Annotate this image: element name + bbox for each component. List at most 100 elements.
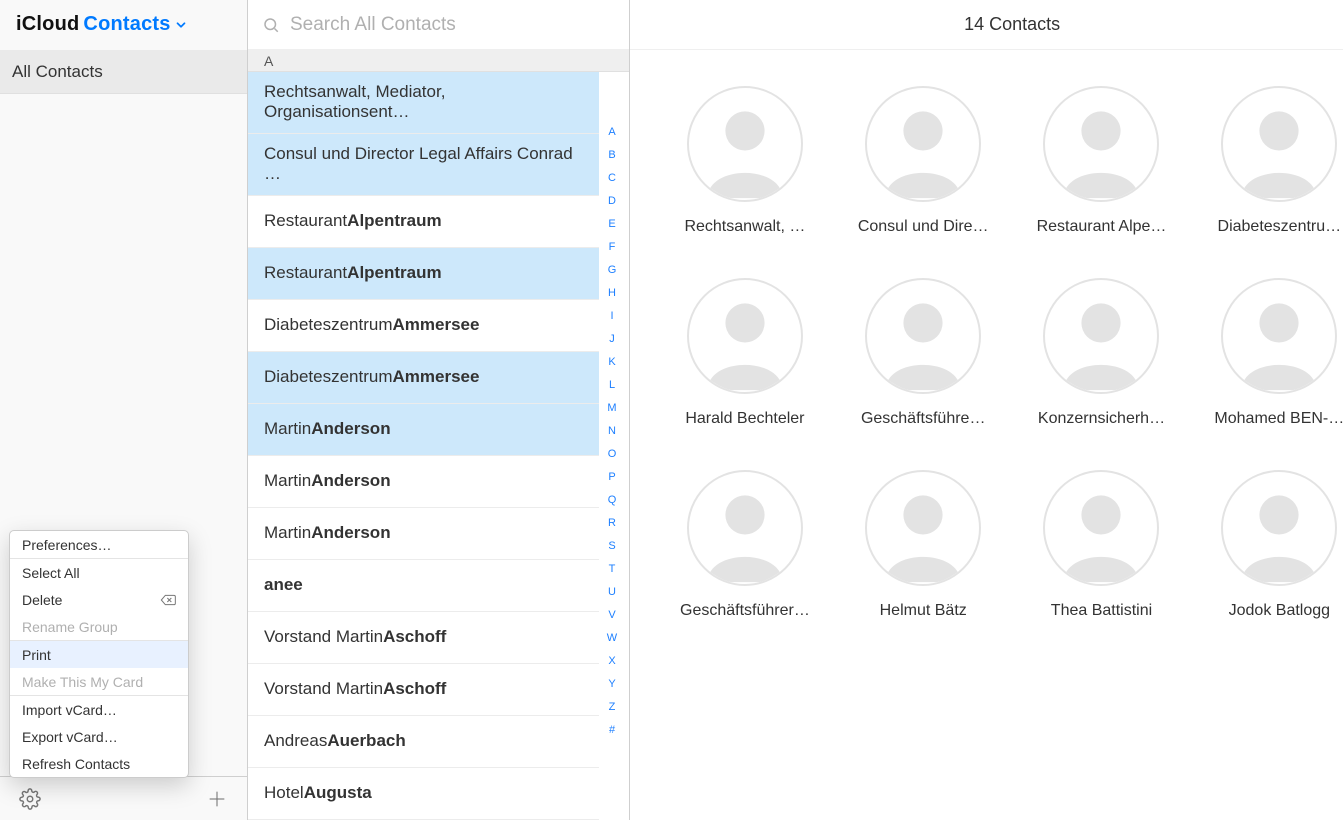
alpha-index-letter[interactable]: Q: [608, 494, 617, 506]
contact-card[interactable]: Thea Battistini: [1037, 470, 1167, 620]
alpha-index-letter[interactable]: D: [608, 195, 616, 207]
contact-card[interactable]: Restaurant Alpe…: [1037, 86, 1167, 236]
contact-row-bold: Anderson: [311, 419, 390, 439]
contact-card[interactable]: Konzernsicherh…: [1037, 278, 1167, 428]
alpha-index-letter[interactable]: Y: [608, 678, 615, 690]
contact-row-light: Martin: [264, 419, 311, 439]
menu-export-vcard[interactable]: Export vCard…: [10, 723, 188, 750]
alpha-index-letter[interactable]: M: [607, 402, 616, 414]
contact-card[interactable]: Geschäftsführer…: [680, 470, 810, 620]
alpha-index-letter[interactable]: J: [609, 333, 615, 345]
alpha-index-letter[interactable]: F: [609, 241, 616, 253]
search-input[interactable]: [290, 14, 615, 36]
contact-row-light: Restaurant: [264, 263, 347, 283]
gear-icon-button[interactable]: [16, 785, 44, 813]
alpha-index-letter[interactable]: K: [608, 356, 615, 368]
contact-card-label: Harald Bechteler: [685, 410, 804, 428]
alpha-index-letter[interactable]: B: [608, 149, 615, 161]
contact-row[interactable]: Consul und Director Legal Affairs Conrad…: [248, 134, 599, 196]
contact-card-grid: Rechtsanwalt, … Consul und Dire… Restauran…: [630, 50, 1343, 656]
contact-card[interactable]: Consul und Dire…: [858, 86, 989, 236]
contact-card[interactable]: Geschäftsführe…: [858, 278, 989, 428]
contact-card[interactable]: Jodok Batlogg: [1214, 470, 1343, 620]
contact-row[interactable]: Vorstand Martin Aschoff: [248, 612, 599, 664]
sidebar-footer: [0, 776, 247, 820]
contact-row[interactable]: anee: [248, 560, 599, 612]
avatar: [687, 86, 803, 202]
menu-select-all[interactable]: Select All: [10, 559, 188, 586]
menu-import-vcard[interactable]: Import vCard…: [10, 696, 188, 723]
contact-row[interactable]: Vorstand Martin Aschoff: [248, 664, 599, 716]
alpha-index-letter[interactable]: P: [608, 471, 615, 483]
menu-delete[interactable]: Delete: [10, 586, 188, 613]
contact-row[interactable]: Hotel Augusta: [248, 768, 599, 820]
section-header: A: [248, 50, 629, 72]
contact-list[interactable]: Rechtsanwalt, Mediator, Organisationsent…: [248, 72, 629, 820]
contact-row[interactable]: Restaurant Alpentraum: [248, 248, 599, 300]
alpha-index-letter[interactable]: U: [608, 586, 616, 598]
contact-row[interactable]: Diabeteszentrum Ammersee: [248, 352, 599, 404]
alpha-index-letter[interactable]: G: [608, 264, 617, 276]
menu-print[interactable]: Print: [10, 641, 188, 668]
alpha-index-letter[interactable]: H: [608, 287, 616, 299]
contact-row-bold: Augusta: [304, 783, 372, 803]
contact-row-bold: Anderson: [311, 523, 390, 543]
app-root: iCloud Contacts All Contacts Preferences…: [0, 0, 1343, 820]
menu-refresh-contacts[interactable]: Refresh Contacts: [10, 750, 188, 777]
sidebar-group-all-contacts[interactable]: All Contacts: [0, 50, 247, 94]
alpha-index-letter[interactable]: T: [609, 563, 616, 575]
alpha-index-letter[interactable]: I: [610, 310, 613, 322]
contact-row-light: Diabeteszentrum: [264, 315, 393, 335]
plus-icon-button[interactable]: [203, 785, 231, 813]
contact-row-bold: Aschoff: [383, 627, 446, 647]
contact-card[interactable]: Mohamed BEN-…: [1214, 278, 1343, 428]
app-name-label: Contacts: [83, 13, 170, 36]
contact-row-light: Vorstand Martin: [264, 627, 383, 647]
alpha-index-letter[interactable]: V: [608, 609, 615, 621]
contact-card-label: Geschäftsführer…: [680, 602, 810, 620]
contact-card-label: Thea Battistini: [1051, 602, 1152, 620]
contact-row[interactable]: Rechtsanwalt, Mediator, Organisationsent…: [248, 72, 599, 134]
contact-card-label: Jodok Batlogg: [1229, 602, 1330, 620]
contact-card[interactable]: Diabeteszentru…: [1214, 86, 1343, 236]
contact-row-bold: Alpentraum: [347, 263, 441, 283]
alpha-index-letter[interactable]: O: [608, 448, 617, 460]
contact-card-label: Mohamed BEN-…: [1214, 410, 1343, 428]
alpha-index-letter[interactable]: W: [607, 632, 617, 644]
contact-row-bold: Aschoff: [383, 679, 446, 699]
menu-preferences[interactable]: Preferences…: [10, 531, 188, 558]
alpha-index-letter[interactable]: C: [608, 172, 616, 184]
alpha-index-letter[interactable]: N: [608, 425, 616, 437]
alpha-index-letter[interactable]: L: [609, 379, 615, 391]
alpha-index[interactable]: ABCDEFGHIJKLMNOPQRSTUVWXYZ #: [601, 72, 623, 820]
contact-row[interactable]: Andreas Auerbach: [248, 716, 599, 768]
contact-card-label: Diabeteszentru…: [1218, 218, 1342, 236]
contact-row[interactable]: Martin Anderson: [248, 404, 599, 456]
contact-row-light: Restaurant: [264, 211, 347, 231]
contact-card[interactable]: Harald Bechteler: [680, 278, 810, 428]
search-bar[interactable]: [248, 0, 629, 50]
avatar: [1221, 86, 1337, 202]
alpha-index-letter[interactable]: X: [608, 655, 615, 667]
sidebar-header[interactable]: iCloud Contacts: [0, 0, 247, 50]
alpha-index-letter[interactable]: #: [609, 724, 615, 736]
contact-card[interactable]: Helmut Bätz: [858, 470, 989, 620]
alpha-index-letter[interactable]: A: [608, 126, 615, 138]
contact-row-light: Martin: [264, 471, 311, 491]
avatar: [865, 86, 981, 202]
contact-card-label: Restaurant Alpe…: [1037, 218, 1167, 236]
alpha-index-letter[interactable]: Z: [609, 701, 616, 713]
alpha-index-letter[interactable]: R: [608, 517, 616, 529]
contact-row[interactable]: Martin Anderson: [248, 508, 599, 560]
contact-card[interactable]: Rechtsanwalt, …: [680, 86, 810, 236]
contact-row[interactable]: Restaurant Alpentraum: [248, 196, 599, 248]
delete-key-icon: [160, 594, 176, 606]
alpha-index-letter[interactable]: S: [608, 540, 615, 552]
avatar: [687, 470, 803, 586]
sidebar: iCloud Contacts All Contacts Preferences…: [0, 0, 248, 820]
contact-row-light: Diabeteszentrum: [264, 367, 393, 387]
contact-row[interactable]: Martin Anderson: [248, 456, 599, 508]
contact-row[interactable]: Diabeteszentrum Ammersee: [248, 300, 599, 352]
section-letter: A: [264, 53, 273, 69]
alpha-index-letter[interactable]: E: [608, 218, 615, 230]
